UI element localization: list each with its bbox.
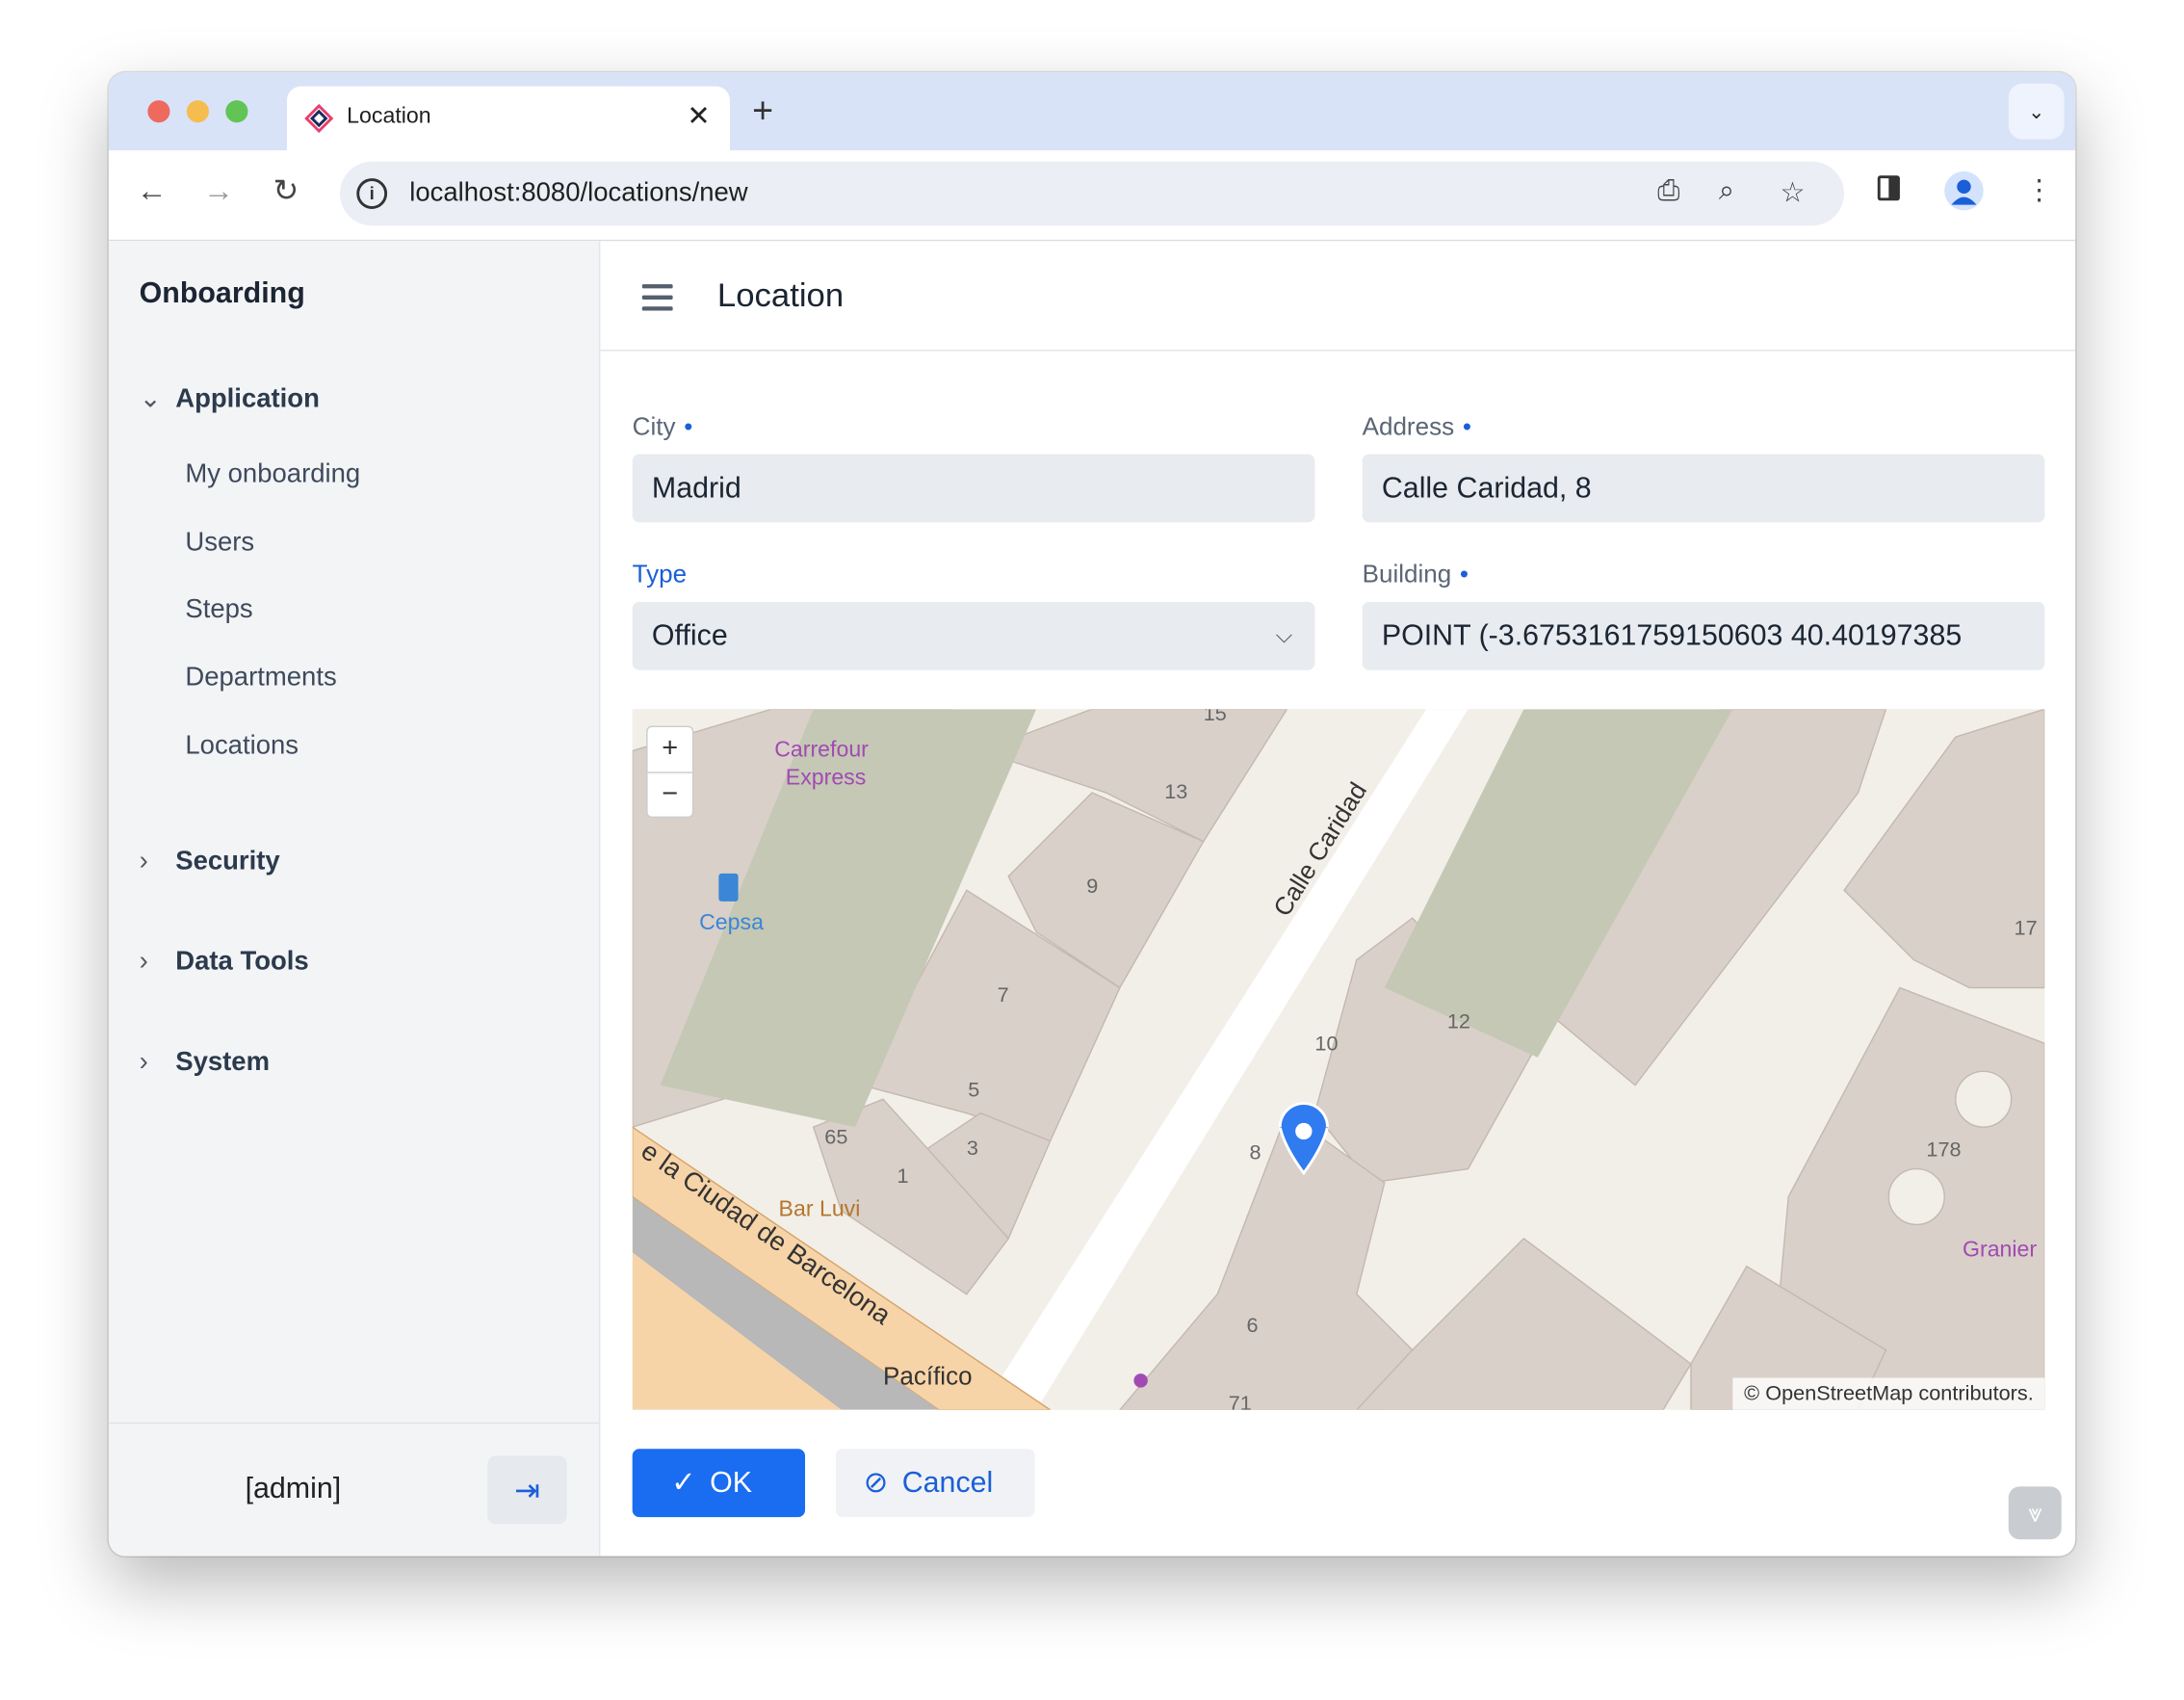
type-label: Type: [632, 560, 688, 588]
browser-toolbar: ← → ↻ i localhost:8080/locations/new ⎙ ⌕…: [108, 150, 2076, 242]
map-view[interactable]: Calle Caridad e la Ciudad de Barcelona C…: [632, 709, 2045, 1410]
map-poi-label: Bar Luvi: [779, 1196, 861, 1221]
install-app-icon[interactable]: ⎙: [1657, 175, 1679, 207]
svg-text:7: 7: [998, 982, 1009, 1007]
svg-text:12: 12: [1447, 1008, 1470, 1033]
browser-tab[interactable]: Location ✕: [286, 86, 730, 151]
dev-tools-icon[interactable]: ⩔: [2008, 1486, 2062, 1540]
chevron-right-icon: ›: [139, 1047, 148, 1078]
sidebar: Onboarding ⌄ Application My onboarding Us…: [108, 241, 601, 1556]
svg-text:8: 8: [1249, 1139, 1261, 1164]
svg-text:17: 17: [2015, 916, 2038, 940]
main-content: Location City • Madrid Address • Calle Car…: [600, 241, 2076, 1556]
app-brand: Onboarding: [139, 276, 305, 310]
side-panel-icon[interactable]: [1877, 175, 1900, 201]
tab-search-button[interactable]: ⌄: [2008, 83, 2065, 140]
svg-text:5: 5: [968, 1077, 979, 1101]
maximize-window-button[interactable]: [225, 100, 248, 123]
page-title: Location: [716, 276, 845, 315]
map-attribution[interactable]: © OpenStreetMap contributors.: [1732, 1377, 2045, 1410]
logout-button[interactable]: ⇥: [487, 1455, 567, 1525]
nav-group-application[interactable]: ⌄ Application: [140, 383, 320, 415]
map-poi-label: Pacífico: [883, 1362, 973, 1391]
profile-icon[interactable]: [1944, 170, 1984, 211]
url-text[interactable]: localhost:8080/locations/new: [409, 178, 747, 209]
svg-text:3: 3: [967, 1136, 978, 1160]
sidebar-footer: [admin] ⇥: [108, 1422, 599, 1556]
svg-text:9: 9: [1086, 874, 1098, 898]
address-field[interactable]: Calle Caridad, 8: [1362, 454, 2045, 523]
svg-text:10: 10: [1314, 1032, 1338, 1056]
browser-window: Location ✕ + ⌄ ← → ↻ i localhost:8080/lo…: [108, 72, 2076, 1556]
forward-icon[interactable]: →: [203, 172, 234, 209]
cancel-icon: ⊘: [863, 1467, 889, 1500]
svg-text:6: 6: [1247, 1313, 1259, 1337]
city-field[interactable]: Madrid: [632, 454, 1315, 523]
minimize-window-button[interactable]: [186, 100, 209, 123]
nav-group-data-tools[interactable]: › Data Tools: [140, 948, 309, 979]
tab-bar: Location ✕ + ⌄: [108, 72, 2076, 151]
zoom-icon[interactable]: ⌕: [1719, 175, 1734, 207]
chevron-down-icon: ⌄: [139, 384, 162, 414]
tab-close-icon[interactable]: ✕: [687, 99, 710, 134]
address-bar[interactable]: i localhost:8080/locations/new ⎙ ⌕ ☆: [339, 161, 1845, 226]
sidebar-item-users[interactable]: Users: [185, 528, 254, 559]
city-label: City •: [632, 412, 693, 441]
bookmark-star-icon[interactable]: ☆: [1781, 175, 1806, 210]
sidebar-item-steps[interactable]: Steps: [185, 595, 252, 626]
logout-icon: ⇥: [514, 1472, 540, 1508]
back-icon[interactable]: ←: [137, 172, 168, 209]
svg-text:1: 1: [897, 1164, 909, 1188]
new-tab-button[interactable]: +: [752, 90, 773, 133]
menu-toggle-icon[interactable]: [641, 284, 673, 318]
nav-group-system[interactable]: › System: [140, 1048, 270, 1079]
zoom-in-button[interactable]: +: [647, 727, 692, 773]
chevron-right-icon: ›: [139, 847, 148, 876]
svg-text:65: 65: [824, 1125, 847, 1149]
sidebar-item-my-onboarding[interactable]: My onboarding: [185, 459, 360, 490]
tab-title: Location: [347, 104, 431, 129]
current-user: [admin]: [245, 1472, 342, 1505]
sidebar-item-locations[interactable]: Locations: [185, 731, 299, 762]
sidebar-item-departments[interactable]: Departments: [185, 664, 336, 694]
map-poi-label: Granier: [1963, 1237, 2037, 1262]
chevron-right-icon: ›: [139, 947, 148, 977]
map-poi-label: Express: [786, 764, 867, 789]
cancel-button[interactable]: ⊘ Cancel: [835, 1449, 1035, 1518]
site-info-icon[interactable]: i: [356, 178, 388, 209]
reload-icon[interactable]: ↻: [273, 172, 299, 209]
address-label: Address •: [1362, 412, 1471, 441]
svg-text:71: 71: [1229, 1391, 1252, 1410]
building-label: Building •: [1362, 560, 1469, 588]
fuel-station-icon: [718, 873, 739, 902]
map-poi-label: Carrefour: [774, 736, 869, 761]
map-poi-label: Cepsa: [699, 909, 764, 934]
map-zoom-control: + −: [646, 725, 694, 819]
close-window-button[interactable]: [147, 100, 170, 123]
chevron-down-icon: ⌵: [1275, 624, 1293, 648]
app-favicon-icon: [304, 103, 334, 134]
nav-group-security[interactable]: › Security: [140, 847, 280, 877]
checkmark-icon: ✓: [671, 1467, 696, 1500]
building-field[interactable]: POINT (-3.6753161759150603 40.40197385: [1362, 601, 2045, 670]
svg-text:15: 15: [1204, 709, 1227, 725]
page-header: Location: [600, 241, 2076, 352]
zoom-out-button[interactable]: −: [648, 773, 692, 818]
more-menu-icon[interactable]: ⋮: [2025, 172, 2053, 207]
svg-text:13: 13: [1164, 779, 1187, 803]
type-select[interactable]: Office ⌵: [632, 601, 1315, 670]
svg-text:178: 178: [1926, 1138, 1961, 1162]
ok-button[interactable]: ✓ OK: [632, 1449, 806, 1518]
